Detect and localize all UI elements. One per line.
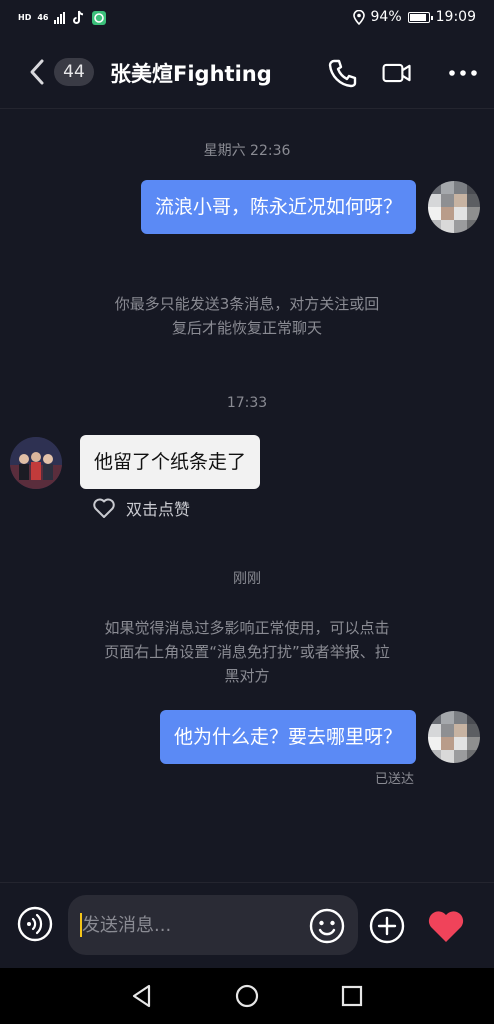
self-avatar[interactable] <box>428 181 480 233</box>
chat-app-icon <box>92 11 107 25</box>
group-photo-icon <box>10 437 62 489</box>
outgoing-message[interactable]: 他为什么走？要去哪里呀？ <box>159 710 416 764</box>
status-bar: HD 46 94% 19:09 <box>0 0 494 36</box>
recents-square-icon[interactable] <box>338 982 366 1010</box>
like-hint-label: 双击点赞 <box>126 500 191 519</box>
system-notice: 如果觉得消息过多影响正常使用，可以点击 页面右上角设置“消息免打扰”或者举报、拉… <box>72 616 422 688</box>
battery-percentage: 94% <box>370 9 402 25</box>
like-hint[interactable]: 双击点赞 <box>92 496 190 520</box>
network-indicator: 46 <box>37 13 49 22</box>
pixelated-avatar <box>428 711 480 763</box>
system-notice-line: 复后才能恢复正常聊天 <box>171 319 322 337</box>
pixelated-avatar <box>428 181 480 233</box>
clock: 19:09 <box>435 9 476 25</box>
video-camera-icon[interactable] <box>380 56 414 90</box>
unread-count-badge[interactable]: 44 <box>54 58 94 86</box>
back-icon[interactable] <box>24 56 52 88</box>
incoming-message[interactable]: 他留了个纸条走了 <box>80 435 261 489</box>
delivery-status: 已送达 <box>374 772 414 787</box>
heart-outline-icon <box>93 498 115 518</box>
chat-header: 44 张美煊Fighting <box>0 36 494 109</box>
input-bar <box>0 882 494 969</box>
tiktok-icon <box>73 10 84 24</box>
location-icon <box>352 9 365 25</box>
signal-icon <box>54 12 66 24</box>
battery-icon <box>407 11 433 23</box>
contact-avatar[interactable] <box>10 437 62 489</box>
outgoing-message[interactable]: 流浪小哥，陈永近况如何呀？ <box>140 180 416 234</box>
text-cursor <box>80 913 82 937</box>
timestamp: 17:33 <box>226 395 268 411</box>
self-avatar[interactable] <box>428 711 480 763</box>
emoji-icon[interactable] <box>308 907 346 945</box>
timestamp: 星期六 22:36 <box>203 143 291 159</box>
back-triangle-icon[interactable] <box>128 982 156 1010</box>
hd-indicator: HD <box>18 13 32 22</box>
more-icon[interactable] <box>446 56 480 90</box>
plus-icon[interactable] <box>368 907 406 945</box>
system-navigation-bar <box>0 968 494 1024</box>
voice-icon[interactable] <box>16 905 54 943</box>
system-notice-line: 你最多只能发送3条消息，对方关注或回 <box>114 295 380 313</box>
home-circle-icon[interactable] <box>233 982 261 1010</box>
chat-title: 张美煊Fighting <box>110 62 272 86</box>
system-notice-line: 页面右上角设置“消息免打扰”或者举报、拉 <box>104 643 390 661</box>
system-notice: 你最多只能发送3条消息，对方关注或回 复后才能恢复正常聊天 <box>82 292 412 340</box>
timestamp: 刚刚 <box>233 571 261 587</box>
system-notice-line: 如果觉得消息过多影响正常使用，可以点击 <box>104 619 390 637</box>
phone-icon[interactable] <box>326 56 360 90</box>
system-notice-line: 黑对方 <box>224 667 270 685</box>
heart-icon[interactable] <box>426 907 466 945</box>
